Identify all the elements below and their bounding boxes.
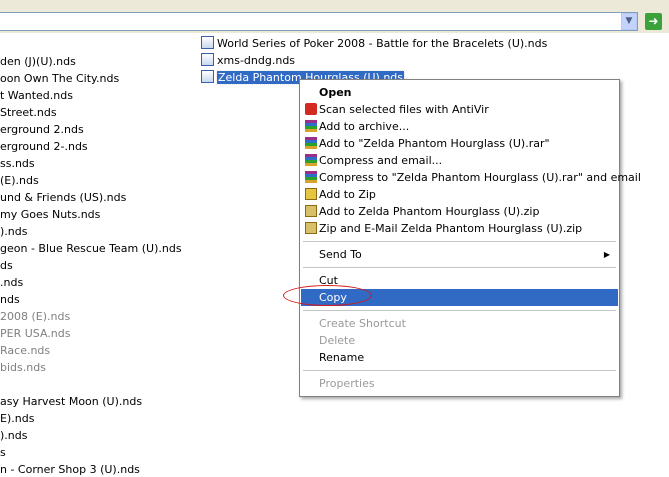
address-dropdown-button[interactable]: ▼ [621, 13, 637, 30]
menu-item-add-to-named-zip[interactable]: Add to Zelda Phantom Hourglass (U).zip [301, 203, 618, 220]
winrar-icon [305, 137, 317, 149]
menu-item-scan-antivir[interactable]: Scan selected files with AntiVir [301, 101, 618, 118]
menu-item-create-shortcut[interactable]: Create Shortcut [301, 315, 618, 332]
antivir-icon [305, 103, 317, 115]
file-item[interactable]: .nds [0, 276, 23, 290]
nds-file-icon [201, 36, 214, 49]
file-name: World Series of Poker 2008 - Battle for … [217, 37, 548, 50]
file-item[interactable]: oon Own The City.nds [0, 72, 119, 86]
file-item[interactable]: xms-dndg.nds [201, 53, 295, 69]
file-item[interactable]: PER USA.nds [0, 327, 70, 341]
file-item[interactable]: n - Corner Shop 3 (U).nds [0, 463, 140, 477]
menu-separator [303, 310, 616, 311]
menu-item-delete[interactable]: Delete [301, 332, 618, 349]
file-item[interactable]: nds [0, 293, 20, 307]
menu-item-compress-email[interactable]: Compress and email... [301, 152, 618, 169]
file-item[interactable]: erground 2.nds [0, 123, 84, 137]
go-button[interactable]: ➜ [645, 13, 662, 30]
submenu-arrow-icon: ▶ [603, 250, 610, 259]
file-item[interactable]: den (J)(U).nds [0, 55, 76, 69]
menu-item-zip-email[interactable]: Zip and E-Mail Zelda Phantom Hourglass (… [301, 220, 618, 237]
file-item[interactable]: E).nds [0, 412, 34, 426]
winzip-icon [305, 205, 317, 217]
file-item[interactable]: Race.nds [0, 344, 50, 358]
file-item[interactable]: Street.nds [0, 106, 57, 120]
address-bar-input[interactable] [0, 12, 638, 31]
context-menu: Open Scan selected files with AntiVir Ad… [299, 79, 641, 397]
file-item[interactable]: t Wanted.nds [0, 89, 73, 103]
file-item[interactable]: erground 2-.nds [0, 140, 88, 154]
menu-item-compress-rar-email[interactable]: Compress to "Zelda Phantom Hourglass (U)… [301, 169, 641, 186]
file-name: xms-dndg.nds [217, 54, 296, 67]
file-item[interactable]: s [0, 446, 6, 460]
menu-item-add-to-zip[interactable]: Add to Zip [301, 186, 618, 203]
winrar-icon [305, 171, 317, 183]
menu-item-add-to-rar[interactable]: Add to "Zelda Phantom Hourglass (U).rar" [301, 135, 618, 152]
arrow-right-icon: ➜ [648, 14, 659, 28]
file-item[interactable]: 2008 (E).nds [0, 310, 70, 324]
menu-item-add-to-archive[interactable]: Add to archive... [301, 118, 618, 135]
menu-item-open[interactable]: Open [301, 84, 618, 101]
menu-item-rename[interactable]: Rename [301, 349, 618, 366]
nds-file-icon [201, 70, 214, 83]
annotation-circle [283, 285, 372, 306]
menu-item-properties[interactable]: Properties [301, 375, 618, 392]
file-item[interactable]: und & Friends (US).nds [0, 191, 126, 205]
file-item[interactable]: bids.nds [0, 361, 46, 375]
file-item[interactable]: geon - Blue Rescue Team (U).nds [0, 242, 182, 256]
file-item[interactable]: ss.nds [0, 157, 35, 171]
file-item[interactable]: ).nds [0, 429, 27, 443]
winzip-icon [305, 188, 317, 200]
menu-item-send-to[interactable]: Send To ▶ [301, 246, 618, 263]
winrar-icon [305, 120, 317, 132]
file-item[interactable]: ).nds [0, 225, 27, 239]
file-item[interactable]: ds [0, 259, 13, 273]
file-item[interactable]: my Goes Nuts.nds [0, 208, 100, 222]
file-item[interactable]: (E).nds [0, 174, 39, 188]
menu-separator [303, 241, 616, 242]
file-item[interactable]: asy Harvest Moon (U).nds [0, 395, 142, 409]
winrar-icon [305, 154, 317, 166]
menu-separator [303, 370, 616, 371]
menu-separator [303, 267, 616, 268]
winzip-icon [305, 222, 317, 234]
nds-file-icon [201, 53, 214, 66]
file-item[interactable]: World Series of Poker 2008 - Battle for … [201, 36, 547, 52]
